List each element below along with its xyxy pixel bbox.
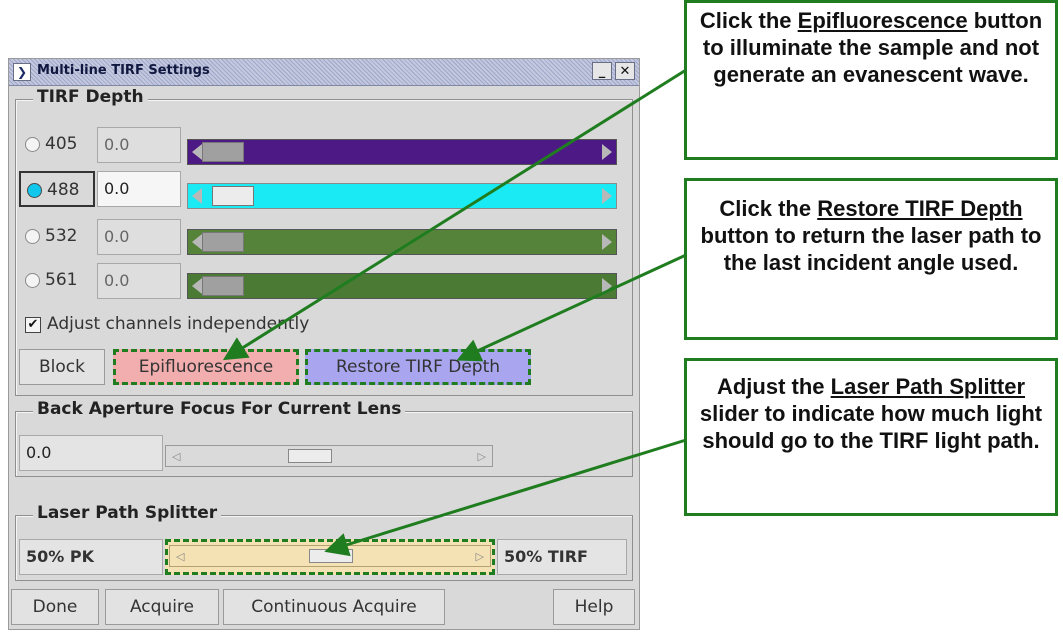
epifluorescence-annotation: Click the Epifluorescence button to illu…	[684, 0, 1058, 160]
annotation-emphasis: Restore TIRF Depth	[817, 196, 1023, 221]
splitter-annotation: Adjust the Laser Path Splitter slider to…	[684, 358, 1058, 516]
arrow-to-epifluorescence	[222, 68, 687, 361]
restore-annotation: Click the Restore TIRF Depth button to r…	[684, 178, 1058, 340]
annotation-text: Adjust the	[716, 374, 831, 399]
annotation-emphasis: Epifluorescence	[797, 8, 968, 33]
annotation-text: Click the	[699, 8, 798, 33]
annotation-emphasis: Laser Path Splitter	[830, 374, 1026, 399]
arrow-to-splitter	[324, 438, 687, 557]
annotation-text: Click the	[719, 196, 818, 221]
arrow-to-restore	[456, 253, 687, 362]
annotation-text: slider to indicate how much light should…	[699, 401, 1043, 453]
annotation-text: button to return the laser path to the l…	[700, 223, 1042, 275]
